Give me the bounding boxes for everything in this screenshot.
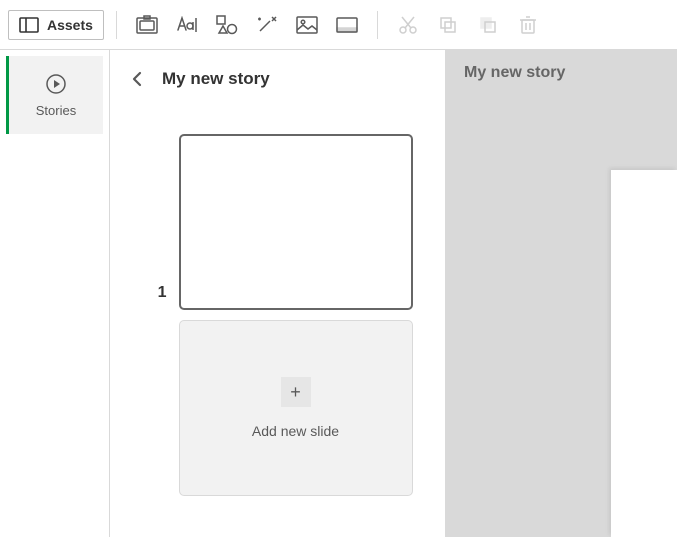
media-tool-icon[interactable] bbox=[289, 7, 325, 43]
effects-tool-icon[interactable] bbox=[249, 7, 285, 43]
text-tool-icon[interactable] bbox=[169, 7, 205, 43]
main: Stories My new story 1 + Add new slide bbox=[0, 50, 677, 537]
sheet-tool-icon[interactable] bbox=[329, 7, 365, 43]
slide-row: 1 bbox=[110, 106, 445, 310]
slides-panel: My new story 1 + Add new slide bbox=[110, 50, 446, 537]
canvas-area: My new story bbox=[446, 50, 677, 537]
separator bbox=[377, 11, 378, 39]
add-slide-button[interactable]: + Add new slide bbox=[179, 320, 413, 496]
panel-toggle-icon bbox=[19, 17, 39, 33]
shapes-tool-icon[interactable] bbox=[209, 7, 245, 43]
add-slide-label: Add new slide bbox=[252, 423, 339, 439]
snapshot-tool-icon[interactable] bbox=[129, 7, 165, 43]
chevron-left-icon bbox=[130, 71, 144, 87]
assets-button[interactable]: Assets bbox=[8, 10, 104, 40]
rail-item-stories[interactable]: Stories bbox=[6, 56, 103, 134]
copy-icon bbox=[430, 7, 466, 43]
toolbar: Assets bbox=[0, 0, 677, 50]
back-button[interactable] bbox=[124, 66, 150, 92]
plus-icon: + bbox=[281, 377, 311, 407]
slide-thumbnail[interactable] bbox=[179, 134, 413, 310]
assets-label: Assets bbox=[47, 17, 93, 33]
slide-canvas[interactable] bbox=[611, 170, 677, 537]
cut-icon bbox=[390, 7, 426, 43]
slide-number: 1 bbox=[143, 284, 167, 302]
left-rail: Stories bbox=[0, 50, 110, 537]
paste-icon bbox=[470, 7, 506, 43]
panel-title: My new story bbox=[162, 69, 270, 89]
play-circle-icon bbox=[45, 73, 67, 95]
add-slide-row: + Add new slide bbox=[110, 310, 445, 496]
delete-icon bbox=[510, 7, 546, 43]
rail-item-label: Stories bbox=[36, 103, 76, 118]
canvas-title: My new story bbox=[464, 64, 677, 82]
panel-header: My new story bbox=[110, 60, 445, 106]
separator bbox=[116, 11, 117, 39]
